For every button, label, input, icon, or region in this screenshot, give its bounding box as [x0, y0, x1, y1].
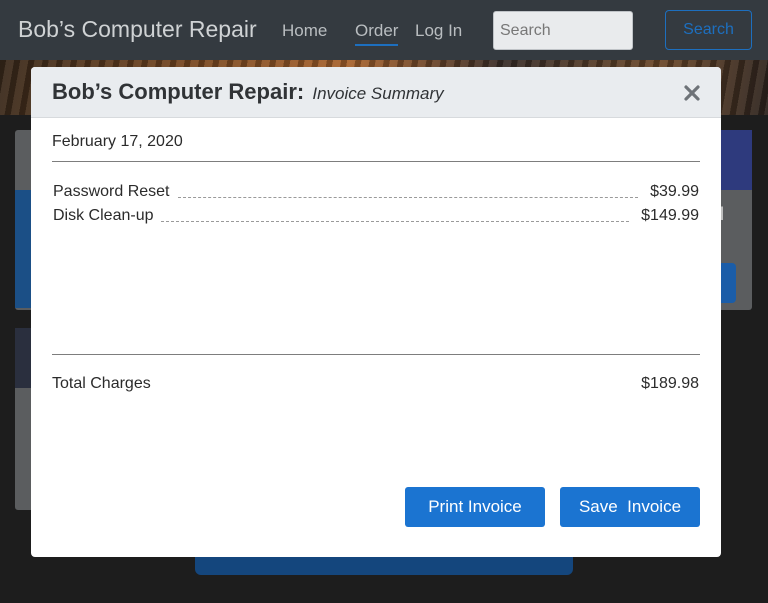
brand-logo-text[interactable]: Bob’s Computer Repair — [18, 16, 257, 43]
divider — [52, 161, 700, 162]
divider — [52, 354, 700, 355]
dotted-leader — [177, 196, 639, 198]
line-item: Disk Clean-up $149.99 — [53, 206, 699, 226]
invoice-modal: Bob’s Computer Repair: Invoice Summary F… — [31, 67, 721, 557]
dotted-leader — [161, 220, 630, 222]
modal-title: Bob’s Computer Repair: Invoice Summary — [52, 79, 444, 105]
line-item-description: Disk Clean-up — [53, 207, 154, 224]
search-button[interactable]: Search — [665, 10, 752, 50]
line-item-description: Password Reset — [53, 183, 170, 200]
line-item-price: $149.99 — [641, 207, 699, 224]
line-item: Password Reset $39.99 — [53, 182, 699, 202]
total-label: Total Charges — [52, 375, 151, 392]
line-item-price: $39.99 — [650, 183, 699, 200]
print-invoice-button[interactable]: Print Invoice — [405, 487, 545, 527]
search-input[interactable] — [493, 11, 633, 50]
modal-subtitle: Invoice Summary — [312, 84, 444, 103]
nav-link-order[interactable]: Order — [355, 21, 399, 46]
modal-header: Bob’s Computer Repair: Invoice Summary — [31, 67, 721, 118]
total-value: $189.98 — [641, 375, 699, 392]
navbar: Bob’s Computer Repair Home Order Log In … — [0, 0, 768, 60]
modal-title-text: Bob’s Computer Repair: — [52, 79, 305, 104]
invoice-date: February 17, 2020 — [52, 133, 183, 150]
save-invoice-button[interactable]: Save Invoice — [560, 487, 700, 527]
nav-link-home[interactable]: Home — [282, 21, 327, 41]
background-order-button — [195, 555, 573, 575]
close-button[interactable] — [679, 80, 705, 106]
close-icon — [684, 85, 700, 101]
nav-link-login[interactable]: Log In — [415, 21, 462, 41]
